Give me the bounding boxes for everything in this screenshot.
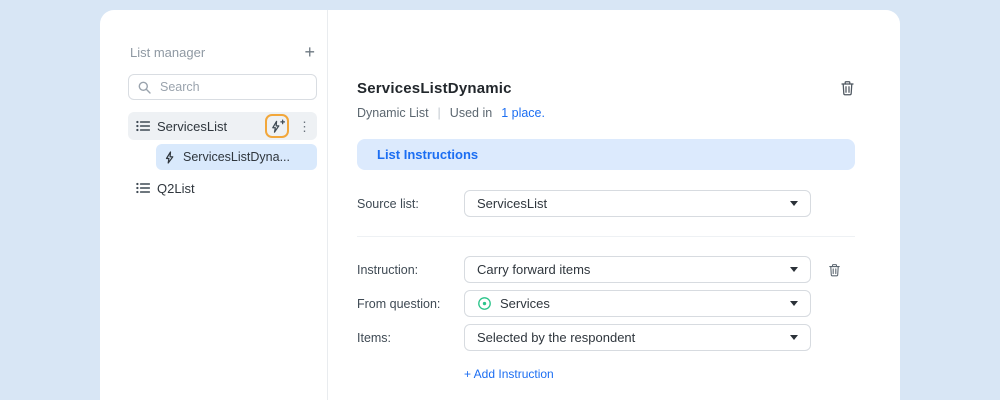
instruction-dropdown[interactable]: Carry forward items — [464, 256, 811, 283]
sidebar-item-label: ServicesListDyna... — [183, 150, 290, 164]
trash-icon — [828, 263, 841, 277]
dropdown-value: Selected by the respondent — [477, 330, 636, 345]
items-field: Items: Selected by the respondent — [357, 324, 855, 351]
bolt-icon — [164, 150, 176, 164]
caret-down-icon — [790, 267, 798, 272]
add-list-button[interactable]: + — [304, 43, 315, 61]
from-question-dropdown[interactable]: Services — [464, 290, 811, 317]
dropdown-value: Services — [500, 296, 550, 311]
instruction-form: Source list: ServicesList Instruction: C… — [357, 190, 855, 383]
add-instruction-link[interactable]: + Add Instruction — [464, 367, 554, 381]
items-dropdown[interactable]: Selected by the respondent — [464, 324, 811, 351]
list-icon — [136, 120, 150, 132]
bolt-plus-icon — [270, 119, 285, 134]
source-list-field: Source list: ServicesList — [357, 190, 855, 217]
content-header: ServicesListDynamic — [357, 80, 855, 97]
used-in-places-link[interactable]: 1 place. — [501, 106, 545, 120]
sidebar-item-q2list[interactable]: Q2List — [128, 174, 317, 202]
list-subtitle: Dynamic List | Used in 1 place. — [357, 106, 855, 120]
question-type-icon — [477, 296, 492, 311]
caret-down-icon — [790, 301, 798, 306]
create-dynamic-list-highlight[interactable] — [265, 114, 289, 138]
source-list-dropdown[interactable]: ServicesList — [464, 190, 811, 217]
trash-icon — [840, 80, 855, 96]
sidebar-header: List manager + — [128, 43, 317, 61]
search-box[interactable] — [128, 74, 317, 100]
search-input[interactable] — [158, 79, 307, 95]
delete-list-button[interactable] — [840, 80, 855, 96]
page-title: ServicesListDynamic — [357, 80, 512, 97]
from-question-field: From question: Services — [357, 290, 855, 317]
from-question-label: From question: — [357, 296, 441, 311]
dropdown-value: Carry forward items — [477, 262, 591, 277]
source-list-label: Source list: — [357, 196, 419, 211]
caret-down-icon — [790, 201, 798, 206]
section-divider — [357, 236, 855, 237]
banner-label: List Instructions — [377, 147, 479, 162]
sidebar-title: List manager — [130, 44, 206, 60]
list-icon — [136, 182, 150, 194]
delete-instruction-button[interactable] — [828, 263, 851, 277]
sidebar-item-label: Q2List — [157, 180, 195, 196]
dropdown-value: ServicesList — [477, 196, 548, 211]
caret-down-icon — [790, 335, 798, 340]
instruction-field: Instruction: Carry forward items — [357, 256, 855, 283]
search-icon — [138, 81, 151, 94]
sidebar-item-serviceslist[interactable]: ServicesList ⋮ — [128, 112, 317, 140]
used-in-label: Used in — [449, 106, 493, 120]
main-content: ServicesListDynamic Dynamic List | Used … — [328, 10, 900, 400]
list-instructions-banner[interactable]: List Instructions — [357, 139, 855, 170]
kebab-menu-icon[interactable]: ⋮ — [296, 120, 313, 133]
sidebar-item-serviceslistdynamic[interactable]: ServicesListDyna... — [156, 144, 317, 170]
instruction-label: Instruction: — [357, 262, 419, 277]
sidebar: List manager + Search ServicesList ⋮ Ser… — [100, 10, 328, 400]
items-label: Items: — [357, 330, 392, 345]
list-manager-panel: List manager + Search ServicesList ⋮ Ser… — [100, 10, 900, 400]
list-type-label: Dynamic List — [357, 106, 429, 120]
sidebar-item-label: ServicesList — [157, 118, 228, 134]
subtitle-separator: | — [437, 106, 441, 120]
